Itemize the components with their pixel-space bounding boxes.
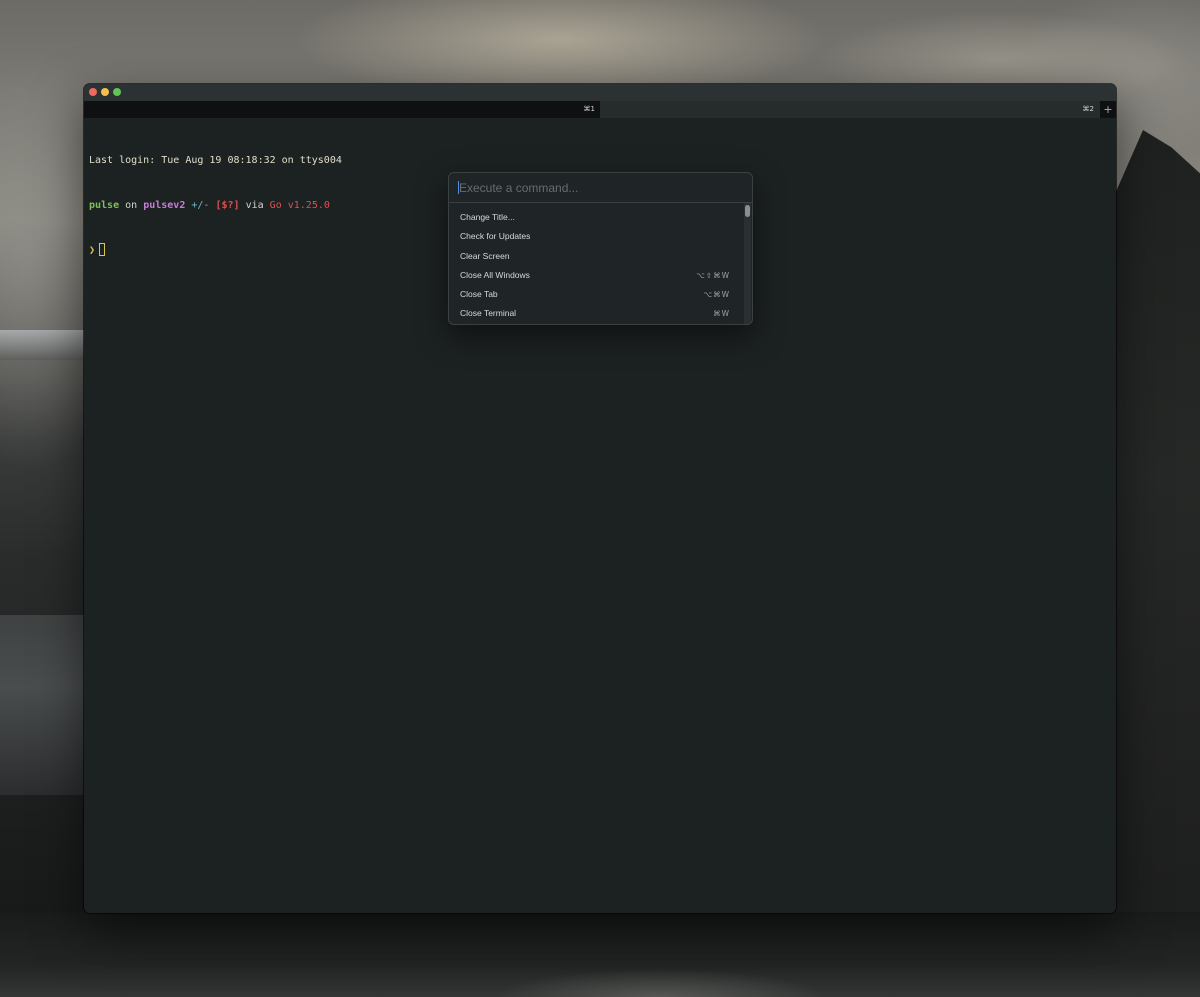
prompt-directory: pulse	[89, 200, 120, 211]
command-label: Close Terminal	[460, 308, 517, 319]
command-label: Close Tab	[460, 289, 498, 300]
prompt-branch: pulsev2	[143, 200, 186, 211]
desktop-wallpaper: ⌘1 ⌘2 + Last login: Tue Aug 19 08:18:32 …	[0, 0, 1200, 997]
command-palette: Change Title... Check for Updates Clear …	[448, 172, 753, 325]
prompt-via: via	[239, 200, 270, 211]
window-titlebar[interactable]	[84, 84, 1116, 101]
command-item-close-terminal[interactable]: Close Terminal ⌘W	[449, 304, 744, 323]
command-item-check-updates[interactable]: Check for Updates	[449, 227, 744, 246]
prompt-go-version: Go v1.25.0	[269, 200, 330, 211]
terminal-window: ⌘1 ⌘2 + Last login: Tue Aug 19 08:18:32 …	[84, 84, 1116, 913]
prompt-on: on	[119, 200, 144, 211]
command-shortcut: ⌥⇧⌘W	[696, 270, 730, 280]
command-palette-search	[449, 173, 752, 203]
wallpaper-lake	[0, 615, 84, 795]
prompt-changes: +/-	[185, 200, 210, 211]
tab-2[interactable]: ⌘2	[600, 101, 1100, 118]
login-line: Last login: Tue Aug 19 08:18:32 on ttys0…	[89, 155, 342, 166]
command-label: Clear Screen	[460, 250, 510, 261]
command-label: Change Title...	[460, 212, 515, 222]
command-shortcut: ⌥⌘W	[703, 290, 730, 300]
command-list-scrollbar[interactable]	[744, 203, 751, 324]
wallpaper-mountain	[1105, 130, 1200, 997]
terminal-cursor	[99, 243, 106, 256]
wallpaper-water	[420, 952, 900, 997]
zoom-window-button[interactable]	[113, 88, 121, 96]
command-item-clear-screen[interactable]: Clear Screen	[449, 247, 744, 266]
command-item-close-tab[interactable]: Close Tab ⌥⌘W	[449, 285, 744, 304]
tab-1-shortcut: ⌘1	[583, 105, 595, 113]
command-shortcut: ⌘W	[713, 309, 730, 319]
command-label: Check for Updates	[460, 231, 531, 242]
text-caret	[458, 181, 459, 194]
command-label: Close All Windows	[460, 269, 530, 280]
command-list: Change Title... Check for Updates Clear …	[449, 203, 744, 324]
prompt-status: [$?]	[209, 200, 240, 211]
prompt-symbol: ❯	[89, 245, 96, 256]
tab-1[interactable]: ⌘1	[84, 101, 600, 118]
minimize-window-button[interactable]	[101, 88, 109, 96]
command-input[interactable]	[457, 173, 739, 202]
tab-bar: ⌘1 ⌘2	[84, 101, 1116, 118]
tab-2-shortcut: ⌘2	[1082, 105, 1094, 113]
close-window-button[interactable]	[89, 88, 97, 96]
wallpaper-snow	[0, 330, 84, 360]
scrollbar-thumb[interactable]	[745, 205, 750, 217]
command-item-close-all-windows[interactable]: Close All Windows ⌥⇧⌘W	[449, 266, 744, 285]
new-tab-button[interactable]: +	[1100, 101, 1116, 118]
command-item-change-title[interactable]: Change Title...	[449, 208, 744, 227]
